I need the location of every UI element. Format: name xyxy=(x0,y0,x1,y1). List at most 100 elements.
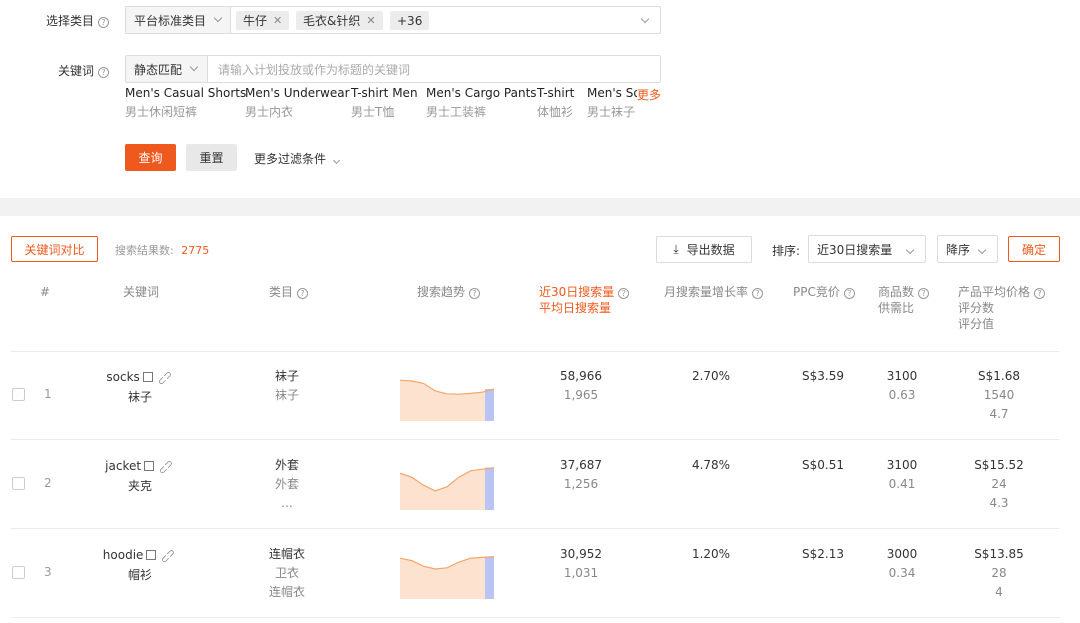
row-rank: 2 xyxy=(44,476,52,490)
export-button[interactable]: ⤓ 导出数据 xyxy=(656,236,752,263)
price-cell: S$15.52 24 4.3 xyxy=(974,458,1024,510)
keyword-link[interactable]: hoodie xyxy=(103,548,144,562)
row-checkbox[interactable] xyxy=(12,388,25,401)
trend-area xyxy=(400,380,494,421)
more-filters-toggle[interactable]: 更多过滤条件 xyxy=(254,150,341,167)
keyword-link[interactable]: jacket xyxy=(105,459,141,473)
query-button[interactable]: 查询 xyxy=(125,144,176,171)
keyword-link[interactable]: socks xyxy=(106,370,139,384)
external-link-icon[interactable] xyxy=(142,372,153,382)
filter-panel: 选择类目? 平台标准类目 牛仔 ✕ 毛衣&针织 ✕ +36 关键词? 静态匹配 请输… xyxy=(0,0,1080,198)
keyword-compare-button[interactable]: 关键词对比 xyxy=(11,236,98,262)
chevron-down-icon xyxy=(332,156,341,165)
price-cell: S$13.85 28 4 xyxy=(974,547,1024,599)
help-icon[interactable]: ? xyxy=(297,288,309,299)
section-divider xyxy=(0,198,1080,216)
trend-area xyxy=(400,556,494,599)
reset-button[interactable]: 重置 xyxy=(186,144,237,171)
keyword-cell: jacket ⊂⊃ 夹克 xyxy=(100,457,180,496)
trend-sparkline xyxy=(400,379,494,421)
sort-field-select[interactable]: 近30日搜索量 xyxy=(808,235,926,263)
category-platform-select[interactable]: 平台标准类目 xyxy=(126,7,231,33)
keyword-cell: hoodie ⊂⊃ 帽衫 xyxy=(100,546,180,585)
header-ppc[interactable]: PPC竞价? xyxy=(793,284,855,300)
keyword-input-group: 静态匹配 请输入计划投放或作为标题的关键词 xyxy=(125,55,661,83)
header-volume[interactable]: 近30日搜索量? 平均日搜索量 xyxy=(539,284,630,316)
help-icon[interactable]: ? xyxy=(469,288,481,299)
trend-sparkline xyxy=(400,556,494,599)
table-row[interactable]: 3 hoodie ⊂⊃ 帽衫 连帽衣 卫衣 连帽衣 30,952 1,031 1.… xyxy=(10,529,1060,618)
close-icon[interactable]: ✕ xyxy=(273,14,282,27)
category-tag-2: 毛衣&针织 ✕ xyxy=(296,11,383,30)
chevron-down-icon xyxy=(189,62,199,72)
chevron-down-icon xyxy=(905,245,915,255)
trend-area xyxy=(400,467,494,510)
help-icon[interactable]: ? xyxy=(752,288,764,299)
category-cell: 外套 外套 ... xyxy=(274,458,299,510)
suggestion-item[interactable]: Men's Casual Shorts 男士休闲短裤 xyxy=(125,86,246,120)
growth-cell: 2.70% xyxy=(691,369,731,383)
confirm-button[interactable]: 确定 xyxy=(1008,236,1060,262)
match-mode-select[interactable]: 静态匹配 xyxy=(126,56,208,82)
download-icon: ⤓ xyxy=(673,242,679,256)
category-cell: 连帽衣 卫衣 连帽衣 xyxy=(268,547,305,599)
products-cell: 3100 0.41 xyxy=(886,458,918,491)
table-row[interactable]: 2 jacket ⊂⊃ 夹克 外套 外套 ... 37,687 1,256 4.7… xyxy=(10,440,1060,529)
row-checkbox[interactable] xyxy=(12,566,25,579)
help-icon[interactable]: ? xyxy=(98,17,110,28)
help-icon[interactable]: ? xyxy=(1034,288,1046,299)
header-keyword[interactable]: 关键词 xyxy=(123,284,159,300)
category-tag-1: 牛仔 ✕ xyxy=(236,11,290,30)
trend-sparkline xyxy=(400,467,494,510)
trend-recent-segment xyxy=(485,556,494,599)
trend-recent-segment xyxy=(485,467,494,510)
price-cell: S$1.68 1540 4.7 xyxy=(978,369,1020,421)
category-select[interactable]: 平台标准类目 牛仔 ✕ 毛衣&针织 ✕ +36 xyxy=(125,6,661,34)
close-icon[interactable]: ✕ xyxy=(366,14,375,27)
row-rank: 1 xyxy=(44,387,52,401)
category-cell: 袜子 袜子 xyxy=(274,369,299,402)
help-icon[interactable]: ? xyxy=(918,288,930,299)
suggestion-item[interactable]: Men's Underwear 男士内衣 xyxy=(245,86,350,120)
help-icon[interactable]: ? xyxy=(98,67,110,78)
ppc-cell: S$2.13 xyxy=(802,547,844,561)
category-more-tag[interactable]: +36 xyxy=(390,11,430,30)
chevron-down-icon xyxy=(213,13,223,23)
suggestion-item[interactable]: T-shirt Men 男士T恤 xyxy=(351,86,418,120)
suggestion-item[interactable]: T-shirt 体恤衫 xyxy=(537,86,574,120)
header-price[interactable]: 产品平均价格? 评分数 评分值 xyxy=(958,284,1046,332)
sort-order-select[interactable]: 降序 xyxy=(937,235,998,263)
keyword-label: 关键词? xyxy=(58,62,110,79)
row-checkbox[interactable] xyxy=(12,477,25,490)
suggestion-item[interactable]: Men's Soc男士袜子 xyxy=(587,86,637,120)
keyword-cell: socks ⊂⊃ 袜子 xyxy=(100,368,180,407)
header-growth[interactable]: 月搜索量增长率? xyxy=(664,284,764,300)
products-cell: 3100 0.63 xyxy=(886,369,918,402)
more-suggestions-link[interactable]: 更多 xyxy=(637,86,661,103)
header-trend[interactable]: 搜索趋势? xyxy=(417,284,481,300)
chevron-down-icon[interactable] xyxy=(640,14,650,24)
growth-cell: 4.78% xyxy=(691,458,731,472)
table-row[interactable]: 1 socks ⊂⊃ 袜子 袜子 袜子 58,966 1,965 2.70% S$… xyxy=(10,351,1060,440)
products-cell: 3000 0.34 xyxy=(886,547,918,580)
volume-cell: 30,952 1,031 xyxy=(560,547,602,580)
header-products[interactable]: 商品数? 供需比 xyxy=(878,284,930,316)
help-icon[interactable]: ? xyxy=(843,288,855,299)
result-count-value: 2775 xyxy=(181,244,210,257)
header-category[interactable]: 类目? xyxy=(269,284,309,300)
suggestion-item[interactable]: Men's Cargo Pants 男士工装裤 xyxy=(426,86,537,120)
chevron-down-icon xyxy=(977,245,987,255)
keyword-input[interactable]: 请输入计划投放或作为标题的关键词 xyxy=(218,56,410,82)
row-rank: 3 xyxy=(44,565,52,579)
volume-cell: 37,687 1,256 xyxy=(560,458,602,491)
volume-cell: 58,966 1,965 xyxy=(560,369,602,402)
sort-label: 排序: xyxy=(772,244,801,258)
ppc-cell: S$0.51 xyxy=(802,458,844,472)
ppc-cell: S$3.59 xyxy=(802,369,844,383)
help-icon[interactable]: ? xyxy=(618,288,630,299)
result-count: 搜索结果数: 2775 xyxy=(115,244,210,257)
growth-cell: 1.20% xyxy=(691,547,731,561)
trend-recent-segment xyxy=(485,389,494,421)
category-label: 选择类目? xyxy=(46,12,110,29)
header-rank: # xyxy=(40,285,51,299)
